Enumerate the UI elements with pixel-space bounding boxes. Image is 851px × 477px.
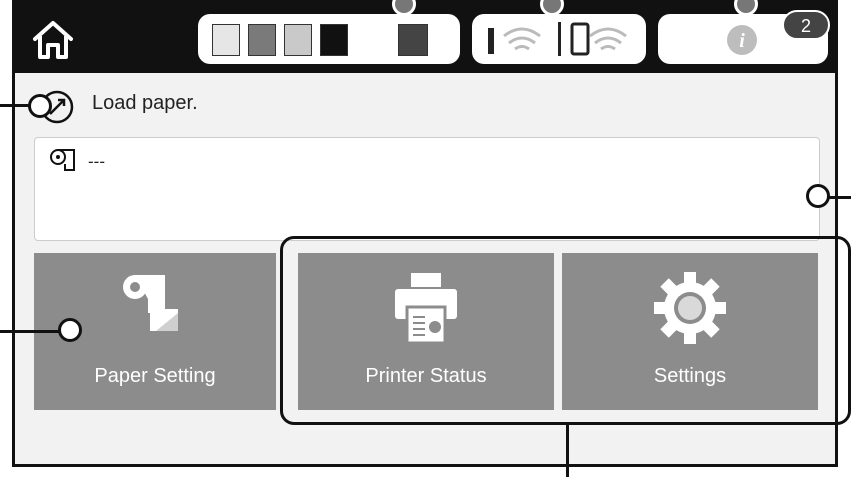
ink-cartridge-light-gray [212,24,240,56]
callout-leader [566,425,569,477]
callout-marker [806,184,830,208]
paper-info-panel[interactable] [34,137,820,241]
paper-setting-icon [123,275,178,331]
ink-cartridge-gray [248,24,276,56]
callout-marker [28,94,52,118]
ink-cartridge-dark-gray [398,24,428,56]
wifi-icon [488,27,541,54]
wifi-direct-icon [570,22,627,56]
svg-text:i: i [739,30,745,52]
info-icon: i [727,25,757,55]
ink-cartridge-black [320,24,348,56]
callout-marker [58,318,82,342]
roll-paper-icon [50,149,75,171]
callout-outline [280,236,851,425]
notification-badge: 2 [782,10,830,40]
status-message: Load paper. [92,92,198,114]
ink-cartridge-light [284,24,312,56]
tile-paper-setting-label: Paper Setting [94,365,216,387]
home-icon [33,21,73,59]
paper-info-value: --- [88,152,105,171]
network-status-button[interactable] [472,14,646,64]
home-button[interactable] [30,17,76,63]
network-icons [488,22,627,56]
ink-levels-button[interactable] [198,14,460,64]
callout-leader [0,330,66,333]
divider [558,22,561,56]
